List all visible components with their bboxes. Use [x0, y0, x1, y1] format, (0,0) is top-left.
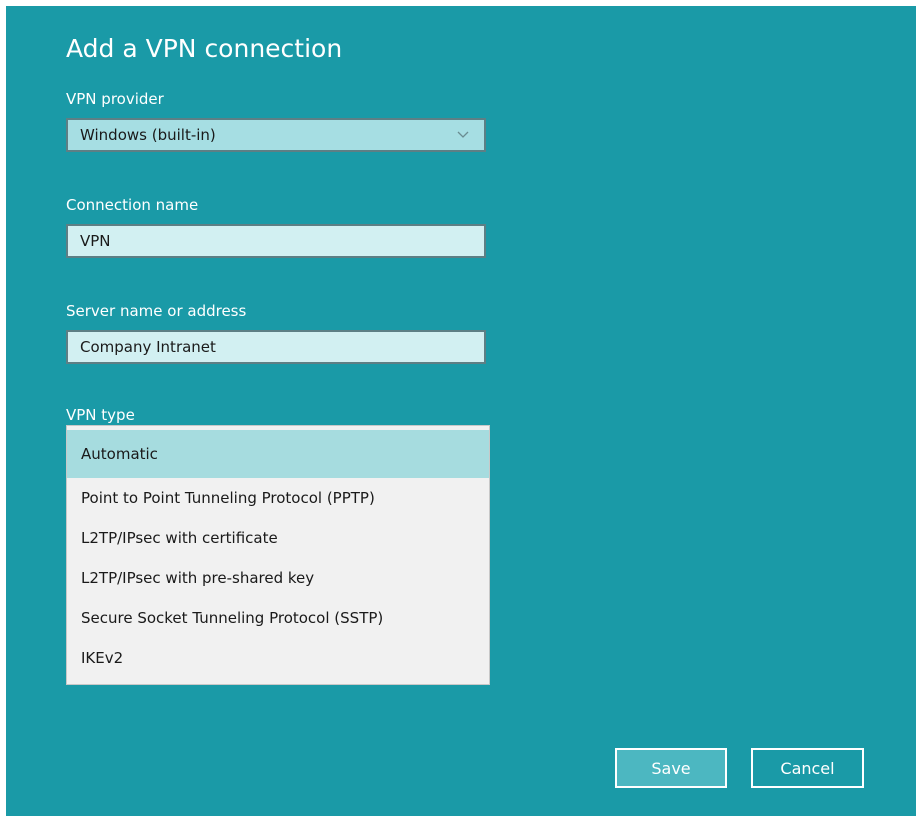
- vpn-provider-label: VPN provider: [66, 90, 164, 108]
- server-value: Company Intranet: [80, 338, 216, 356]
- dialog-title: Add a VPN connection: [66, 34, 343, 63]
- vpn-type-label: VPN type: [66, 406, 135, 424]
- vpn-provider-select[interactable]: Windows (built-in): [66, 118, 486, 152]
- server-label: Server name or address: [66, 302, 247, 320]
- vpn-type-option-ikev2[interactable]: IKEv2: [67, 638, 489, 678]
- vpn-dialog: Add a VPN connection VPN provider Window…: [6, 6, 916, 816]
- connection-name-field[interactable]: VPN: [66, 224, 486, 258]
- vpn-type-option-l2tp-psk[interactable]: L2TP/IPsec with pre-shared key: [67, 558, 489, 598]
- vpn-type-option-pptp[interactable]: Point to Point Tunneling Protocol (PPTP): [67, 478, 489, 518]
- vpn-type-dropdown[interactable]: Automatic Point to Point Tunneling Proto…: [66, 425, 490, 685]
- cancel-button[interactable]: Cancel: [751, 748, 864, 788]
- vpn-type-option-automatic[interactable]: Automatic: [67, 430, 489, 478]
- chevron-down-icon: [456, 128, 470, 142]
- save-button[interactable]: Save: [615, 748, 727, 788]
- connection-name-value: VPN: [80, 232, 111, 250]
- vpn-type-option-sstp[interactable]: Secure Socket Tunneling Protocol (SSTP): [67, 598, 489, 638]
- vpn-type-option-l2tp-certificate[interactable]: L2TP/IPsec with certificate: [67, 518, 489, 558]
- connection-name-label: Connection name: [66, 196, 199, 214]
- vpn-provider-value: Windows (built-in): [80, 126, 216, 144]
- server-field[interactable]: Company Intranet: [66, 330, 486, 364]
